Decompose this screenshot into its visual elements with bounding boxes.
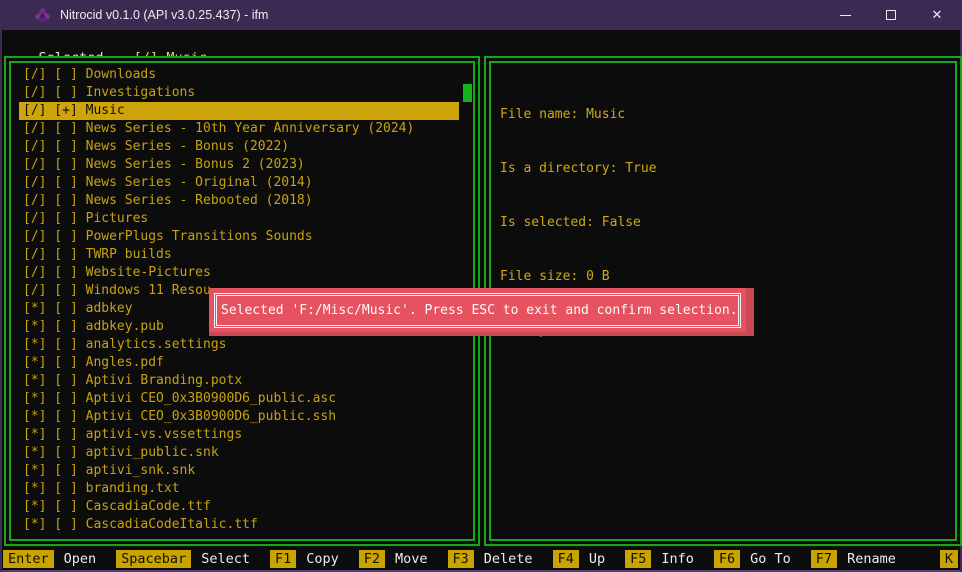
keybinding-pair: F1 Copy [270,550,339,568]
file-row[interactable]: [*] [ ] Aptivi Branding.potx [19,372,459,390]
maximize-button[interactable] [868,0,914,30]
popup-message: Selected 'F:/Misc/Music'. Press ESC to e… [217,303,738,318]
file-row[interactable]: [*] [ ] aptivi-vs.vssettings [19,426,459,444]
more-keybindings-badge[interactable]: K [940,550,958,568]
keybinding-pair: F5 Info [625,550,694,568]
file-row[interactable]: [/] [ ] Pictures [19,210,459,228]
keybinding-pair: Spacebar Select [116,550,250,568]
key-badge[interactable]: F3 [448,550,474,568]
keybinding-pair: Enter Open [3,550,96,568]
file-row[interactable]: [*] [ ] aptivi_public.snk [19,444,459,462]
popup-frame: Selected 'F:/Misc/Music'. Press ESC to e… [214,293,741,328]
keybinding-pair: F2 Move [359,550,428,568]
keybinding-pair: F3 Delete [448,550,533,568]
key-badge[interactable]: F6 [714,550,740,568]
close-button[interactable]: ✕ [914,0,960,30]
key-badge[interactable]: Enter [3,550,54,568]
key-action-label: Info [661,551,694,567]
file-row[interactable]: [/] [ ] Website-Pictures [19,264,459,282]
file-row[interactable]: [/] [ ] News Series - Bonus (2022) [19,138,459,156]
file-row[interactable]: [*] [ ] branding.txt [19,480,459,498]
status-line: Selected- [/] Music [2,30,960,56]
file-row[interactable]: [/] [ ] Investigations [19,84,459,102]
key-action-label: Copy [306,551,339,567]
file-row[interactable]: [*] [ ] aptivi_snk.snk [19,462,459,480]
key-action-label: Go To [750,551,791,567]
key-badge[interactable]: F1 [270,550,296,568]
nitrocid-logo-icon [34,7,51,24]
keybinding-pair: F6 Go To [714,550,791,568]
key-badge[interactable]: F5 [625,550,651,568]
selection-popup: Selected 'F:/Misc/Music'. Press ESC to e… [209,288,754,336]
key-badge[interactable]: Spacebar [116,550,191,568]
scrollbar-thumb[interactable] [463,84,472,102]
window-controls: ✕ [822,0,960,30]
file-row[interactable]: [/] [ ] News Series - 10th Year Annivers… [19,120,459,138]
file-row[interactable]: [*] [ ] CascadiaCode.ttf [19,498,459,516]
info-line-is-selected: Is selected: False [500,214,955,232]
minimize-button[interactable] [822,0,868,30]
minimize-icon [840,15,851,16]
keybinding-pair: F7 Rename [811,550,896,568]
app-window: Nitrocid v0.1.0 (API v3.0.25.437) - ifm … [0,0,962,572]
key-badge[interactable]: F2 [359,550,385,568]
file-row[interactable]: [*] [ ] Angles.pdf [19,354,459,372]
close-icon: ✕ [932,9,943,22]
key-action-label: Move [395,551,428,567]
window-title: Nitrocid v0.1.0 (API v3.0.25.437) - ifm [60,8,268,22]
keybinding-pair: F4 Up [553,550,606,568]
key-badge[interactable]: F7 [811,550,837,568]
file-row[interactable]: [/] [+] Music [19,102,459,120]
file-row[interactable]: [*] [ ] analytics.settings [19,336,459,354]
key-badge[interactable]: F4 [553,550,579,568]
file-row[interactable]: [/] [ ] News Series - Bonus 2 (2023) [19,156,459,174]
info-line-is-directory: Is a directory: True [500,160,955,178]
key-action-label: Open [64,551,97,567]
key-action-label: Rename [847,551,896,567]
keybinding-bar: Enter Open Spacebar Select F1 Copy F2 Move F3 Del… [2,547,960,570]
file-row[interactable]: [/] [ ] Downloads [19,66,459,84]
file-row[interactable]: [*] [ ] Aptivi CEO_0x3B0900D6_public.asc [19,390,459,408]
file-row[interactable]: [/] [ ] PowerPlugs Transitions Sounds [19,228,459,246]
file-row[interactable]: [/] [ ] News Series - Original (2014) [19,174,459,192]
file-row[interactable]: [/] [ ] TWRP builds [19,246,459,264]
file-row[interactable]: [*] [ ] Aptivi CEO_0x3B0900D6_public.ssh [19,408,459,426]
info-line-file-name: File name: Music [500,106,955,124]
key-action-label: Up [589,551,605,567]
key-action-label: Delete [484,551,533,567]
file-row[interactable]: [/] [ ] News Series - Rebooted (2018) [19,192,459,210]
info-line-file-size: File size: 0 B [500,268,955,286]
key-action-label: Select [201,551,250,567]
maximize-icon [886,10,896,20]
file-row[interactable]: [*] [ ] CascadiaCodeItalic.ttf [19,516,459,534]
titlebar: Nitrocid v0.1.0 (API v3.0.25.437) - ifm … [2,0,960,30]
